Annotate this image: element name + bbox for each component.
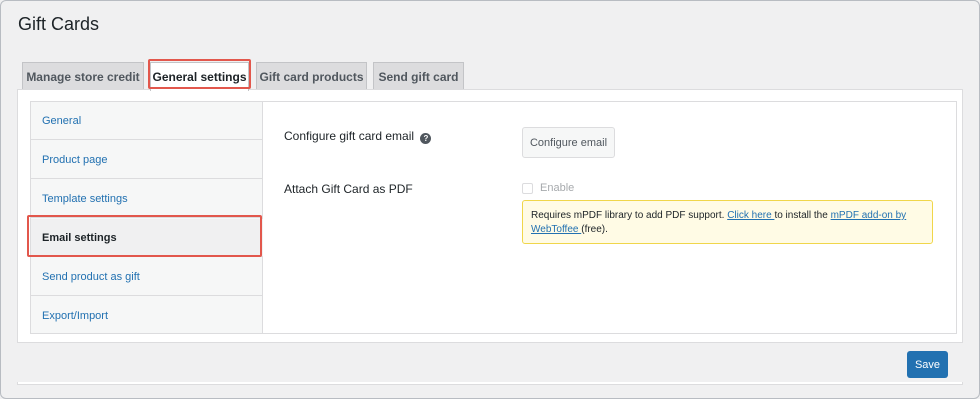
configure-email-label: Configure gift card email	[284, 129, 415, 143]
tab-general-settings[interactable]: General settings	[150, 62, 249, 91]
settings-footer: Save	[17, 342, 963, 382]
enable-pdf-label: Enable	[540, 182, 575, 194]
configure-email-row-label: Configure gift card email ?	[284, 129, 432, 144]
enable-pdf-option: Enable	[522, 182, 574, 194]
tab-send-gift-card[interactable]: Send gift card	[373, 62, 464, 90]
tab-manage-store-credit[interactable]: Manage store credit	[22, 62, 144, 90]
sidebar-item-export-import[interactable]: Export/Import	[31, 297, 263, 335]
save-button[interactable]: Save	[907, 351, 948, 378]
tab-gift-card-products[interactable]: Gift card products	[256, 62, 367, 90]
notice-text-after: (free).	[581, 224, 608, 235]
mpdf-notice: Requires mPDF library to add PDF support…	[522, 200, 933, 244]
settings-panel: General Product page Template settings E…	[17, 89, 963, 385]
page-title: Gift Cards	[18, 14, 100, 34]
sidebar-item-template-settings[interactable]: Template settings	[31, 180, 263, 218]
sidebar-item-email-settings[interactable]: Email settings	[31, 219, 263, 257]
sidebar-item-send-product-as-gift[interactable]: Send product as gift	[31, 258, 263, 296]
click-here-link[interactable]: Click here	[727, 210, 774, 221]
sidebar-item-product-page[interactable]: Product page	[31, 141, 263, 179]
notice-text-middle: to install the	[774, 210, 831, 221]
question-circle-icon[interactable]: ?	[420, 133, 432, 144]
settings-content: General Product page Template settings E…	[30, 101, 957, 334]
configure-email-button[interactable]: Configure email	[522, 127, 615, 158]
enable-pdf-checkbox[interactable]	[522, 182, 533, 194]
notice-text-before: Requires mPDF library to add PDF support…	[531, 210, 728, 221]
attach-pdf-label: Attach Gift Card as PDF	[284, 182, 413, 196]
sidebar-item-general[interactable]: General	[31, 102, 263, 140]
settings-sidebar: General Product page Template settings E…	[31, 102, 263, 333]
